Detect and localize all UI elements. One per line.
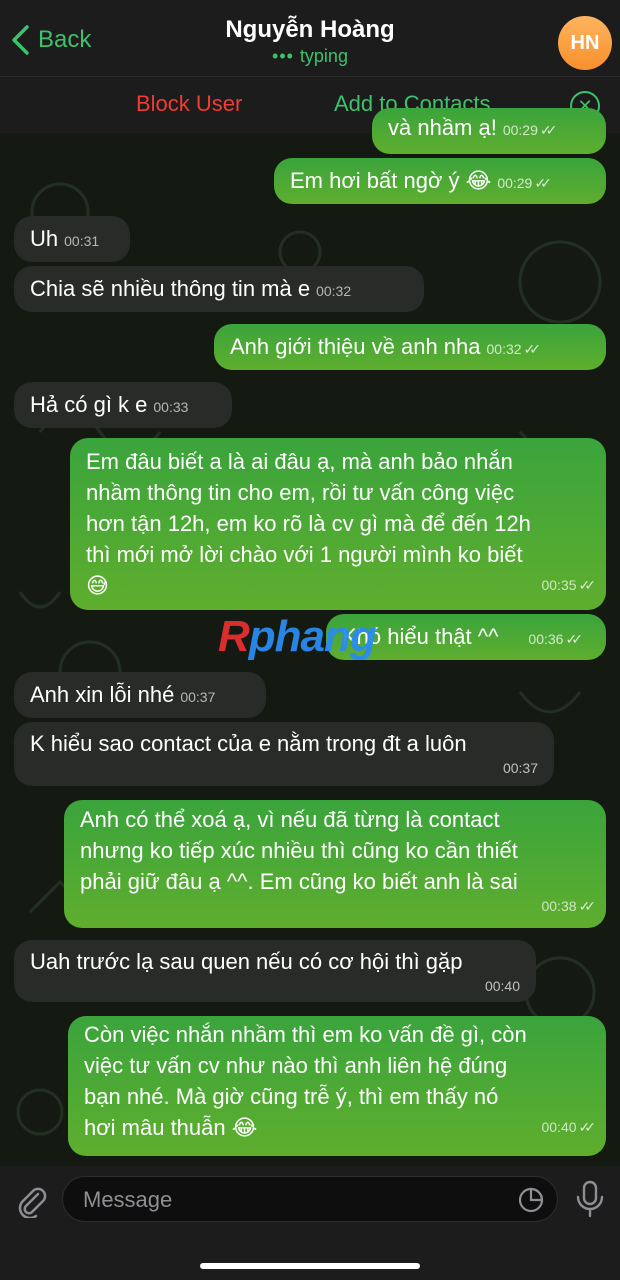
message-bubble-outgoing[interactable]: Em hơi bất ngờ ý 😂 00:29 ✓✓ xyxy=(274,158,606,204)
message-bubble-incoming[interactable]: Chia sẽ nhiều thông tin mà e 00:32 xyxy=(14,266,424,312)
message-input-field[interactable] xyxy=(62,1176,558,1222)
watermark-text: phang xyxy=(248,612,377,661)
message-line: Uah trước lạ sau quen nếu có cơ hội thì … xyxy=(30,949,463,974)
message-bubble-outgoing[interactable]: Còn việc nhắn nhầm thì em ko vấn đề gì, … xyxy=(68,1016,606,1156)
message-line: hơi mâu thuẫn 😂 xyxy=(84,1115,258,1140)
read-check-icon: ✓✓ xyxy=(539,122,558,138)
message-time: 00:35 xyxy=(541,577,577,593)
message-line: Em đâu biết a là ai đâu ạ, mà anh bảo nh… xyxy=(86,449,513,474)
home-indicator xyxy=(200,1263,420,1269)
message-line: Còn việc nhắn nhầm thì em ko vấn đề gì, … xyxy=(84,1022,527,1047)
read-check-icon: ✓✓ xyxy=(523,341,542,357)
read-check-icon: ✓✓ xyxy=(578,898,597,914)
watermark-logo: Rphang xyxy=(218,612,377,662)
read-check-icon: ✓✓ xyxy=(578,577,597,593)
watermark-r: R xyxy=(218,612,250,661)
contact-name[interactable]: Nguyễn Hoàng xyxy=(0,16,620,44)
microphone-icon[interactable] xyxy=(575,1180,605,1218)
message-bubble-outgoing[interactable]: Anh giới thiệu về anh nha 00:32 ✓✓ xyxy=(214,324,606,370)
message-time: 00:29 xyxy=(497,175,533,191)
message-time: 00:31 xyxy=(64,233,100,249)
message-time: 00:40 xyxy=(541,1119,577,1135)
message-time: 00:29 xyxy=(502,122,538,138)
paperclip-icon[interactable] xyxy=(14,1184,48,1218)
message-time: 00:32 xyxy=(316,283,352,299)
message-text: Em hơi bất ngờ ý 😂 xyxy=(290,168,492,193)
sticker-icon[interactable] xyxy=(517,1186,545,1214)
message-bubble-outgoing[interactable]: và nhầm ạ! 00:29 ✓✓ xyxy=(372,108,606,154)
message-line: nhưng ko tiếp xúc nhiều thì cũng ko cần … xyxy=(80,838,518,863)
typing-dots-icon: ••• xyxy=(272,46,294,66)
chat-header: Back Nguyễn Hoàng ••• typing HN xyxy=(0,0,620,76)
message-line: việc tư vấn cv như nào thì anh liên hệ đ… xyxy=(84,1053,508,1078)
message-bubble-outgoing[interactable]: Anh có thể xoá ạ, vì nếu đã từng là cont… xyxy=(64,800,606,928)
message-time: 00:32 xyxy=(486,341,522,357)
message-bubble-incoming[interactable]: Uh 00:31 xyxy=(14,216,130,262)
message-line: nhầm thông tin cho em, rồi tư vấn công v… xyxy=(86,480,515,505)
message-time: 00:33 xyxy=(153,399,189,415)
message-time: 00:37 xyxy=(502,760,538,776)
composer-bar xyxy=(0,1166,620,1280)
avatar[interactable]: HN xyxy=(558,16,612,70)
read-check-icon: ✓✓ xyxy=(578,1119,597,1135)
message-text: Uh xyxy=(30,226,59,251)
message-line: phải giữ đâu ạ ^^. Em cũng ko biết anh l… xyxy=(80,869,518,894)
message-line: hơn tận 12h, em ko rõ là cv gì mà để đến… xyxy=(86,511,531,536)
message-bubble-outgoing[interactable]: Em đâu biết a là ai đâu ạ, mà anh bảo nh… xyxy=(70,438,606,610)
message-text: Anh xin lỗi nhé xyxy=(30,682,175,707)
message-text: và nhầm ạ! xyxy=(388,115,497,140)
message-bubble-incoming[interactable]: Hả có gì k e 00:33 xyxy=(14,382,232,428)
message-line: bạn nhé. Mà giờ cũng trễ ý, thì em thấy … xyxy=(84,1084,499,1109)
status-text: typing xyxy=(299,46,348,66)
read-check-icon: ✓✓ xyxy=(565,631,583,647)
message-time: 00:36 xyxy=(528,631,564,647)
message-text: Chia sẽ nhiều thông tin mà e xyxy=(30,276,311,301)
message-text: Anh giới thiệu về anh nha xyxy=(230,334,481,359)
message-time: 00:37 xyxy=(180,689,216,705)
message-time: 00:38 xyxy=(541,898,577,914)
message-bubble-incoming[interactable]: Uah trước lạ sau quen nếu có cơ hội thì … xyxy=(14,940,536,1002)
message-line: K hiểu sao contact của e nằm trong đt a … xyxy=(30,731,467,756)
message-line: Anh có thể xoá ạ, vì nếu đã từng là cont… xyxy=(80,807,500,832)
message-text: Hả có gì k e xyxy=(30,392,148,417)
message-line: thì mới mở lời chào với 1 người mình ko … xyxy=(86,542,523,567)
message-bubble-incoming[interactable]: K hiểu sao contact của e nằm trong đt a … xyxy=(14,722,554,786)
message-bubble-incoming[interactable]: Anh xin lỗi nhé 00:37 xyxy=(14,672,266,718)
message-time: 00:40 xyxy=(484,978,520,994)
block-user-button[interactable]: Block User xyxy=(136,91,242,117)
read-check-icon: ✓✓ xyxy=(534,175,552,191)
typing-status: ••• typing xyxy=(0,46,620,67)
message-input[interactable] xyxy=(81,1185,505,1215)
message-line: 😅 xyxy=(86,573,109,598)
